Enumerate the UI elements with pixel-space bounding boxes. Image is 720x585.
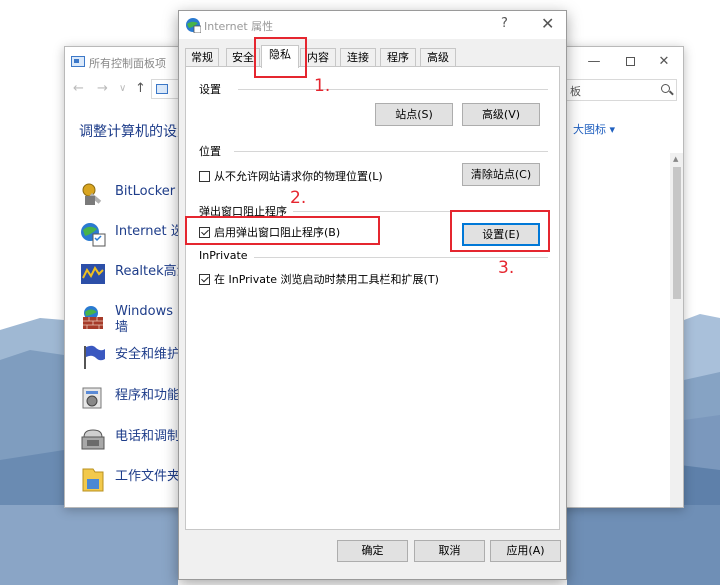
programs-icon [82,387,102,409]
list-item-label: Internet 选 [115,224,184,239]
internet-options-dialog: Internet 属性 ? ✕ 常规 安全 隐私 内容 连接 程序 高级 设置 … [178,10,567,580]
clear-sites-button[interactable]: 清除站点(C) [462,163,540,186]
advanced-button[interactable]: 高级(V) [462,103,540,126]
phone-modem-icon [81,429,105,450]
maximize-icon[interactable] [615,51,645,73]
tab-strip: 常规 安全 隐私 内容 连接 程序 高级 [185,45,559,68]
list-item-label: Windows D 墙 [115,304,187,336]
realtek-audio-icon [81,264,105,284]
inprivate-checkbox-row[interactable]: 在 InPrivate 浏览启动时禁用工具栏和扩展(T) [199,273,439,287]
up-arrow-icon[interactable]: ↑ [135,81,146,96]
location-group-title: 位置 [199,143,227,159]
group-divider [238,89,548,90]
search-icon [661,84,670,93]
cancel-button[interactable]: 取消 [414,540,485,562]
tab-programs[interactable]: 程序 [380,48,416,67]
group-divider [234,151,548,152]
inprivate-group-title: InPrivate [199,249,254,262]
work-folders-icon [82,468,104,492]
tab-general[interactable]: 常规 [185,48,219,67]
location-checkbox-row[interactable]: 从不允许网站请求你的物理位置(L) [199,170,399,184]
list-item-label: 工作文件夹 [115,469,181,484]
scrollbar-thumb[interactable] [673,167,681,299]
inprivate-checkbox[interactable] [199,274,210,285]
search-input[interactable]: 板 [565,79,677,101]
control-panel-icon [71,56,85,67]
internet-options-icon [81,223,106,247]
settings-group-title: 设置 [199,81,227,97]
tab-connections[interactable]: 连接 [340,48,376,67]
back-arrow-icon[interactable]: ← [73,81,84,96]
view-by-dropdown[interactable]: 大图标 ▾ [573,121,615,137]
scroll-up-icon[interactable]: ▲ [673,155,678,163]
list-item-label: 安全和维护 [115,347,181,362]
inprivate-checkbox-label: 在 InPrivate 浏览启动时禁用工具栏和扩展(T) [214,273,439,286]
annotation-box-popup-checkbox [185,216,380,245]
sites-button[interactable]: 站点(S) [375,103,453,126]
list-item-label-line2: 墙 [115,320,129,335]
control-panel-icon [156,84,168,94]
tab-advanced[interactable]: 高级 [420,48,456,67]
forward-arrow-icon[interactable]: → [97,81,108,96]
page-title: 调整计算机的设置 [79,124,191,140]
help-icon[interactable]: ? [501,16,508,31]
tab-privacy[interactable]: 隐私 [261,45,299,68]
chevron-down-icon[interactable]: ∨ [119,83,126,94]
list-item-label: 程序和功能 [115,388,181,403]
security-flag-icon [84,345,105,369]
apply-button[interactable]: 应用(A) [490,540,561,562]
privacy-panel: 设置 站点(S) 高级(V) 位置 从不允许网站请求你的物理位置(L) 清除站点… [185,66,560,530]
location-checkbox[interactable] [199,171,210,182]
annotation-step-2: 2. [290,188,307,208]
close-icon[interactable]: ✕ [649,51,679,73]
list-item-label-line1: Windows D [115,304,188,319]
control-panel-title: 所有控制面板项 [89,57,166,70]
bitlocker-key-icon [82,183,102,205]
firewall-icon [83,306,103,329]
annotation-box-settings-button [450,210,550,252]
close-icon[interactable]: ✕ [541,14,554,33]
scrollbar[interactable]: ▲ [670,153,683,507]
ok-button[interactable]: 确定 [337,540,408,562]
dialog-titlebar: Internet 属性 ? ✕ [179,11,566,39]
location-checkbox-label: 从不允许网站请求你的物理位置(L) [214,170,383,183]
list-item-label: 电话和调制 [115,429,181,444]
dialog-title: Internet 属性 [204,20,274,33]
annotation-step-3: 3. [498,258,515,278]
search-input-text: 板 [570,85,581,98]
annotation-step-1: 1. [314,76,331,96]
minimize-icon[interactable]: — [579,51,609,73]
internet-globe-icon [186,18,201,33]
